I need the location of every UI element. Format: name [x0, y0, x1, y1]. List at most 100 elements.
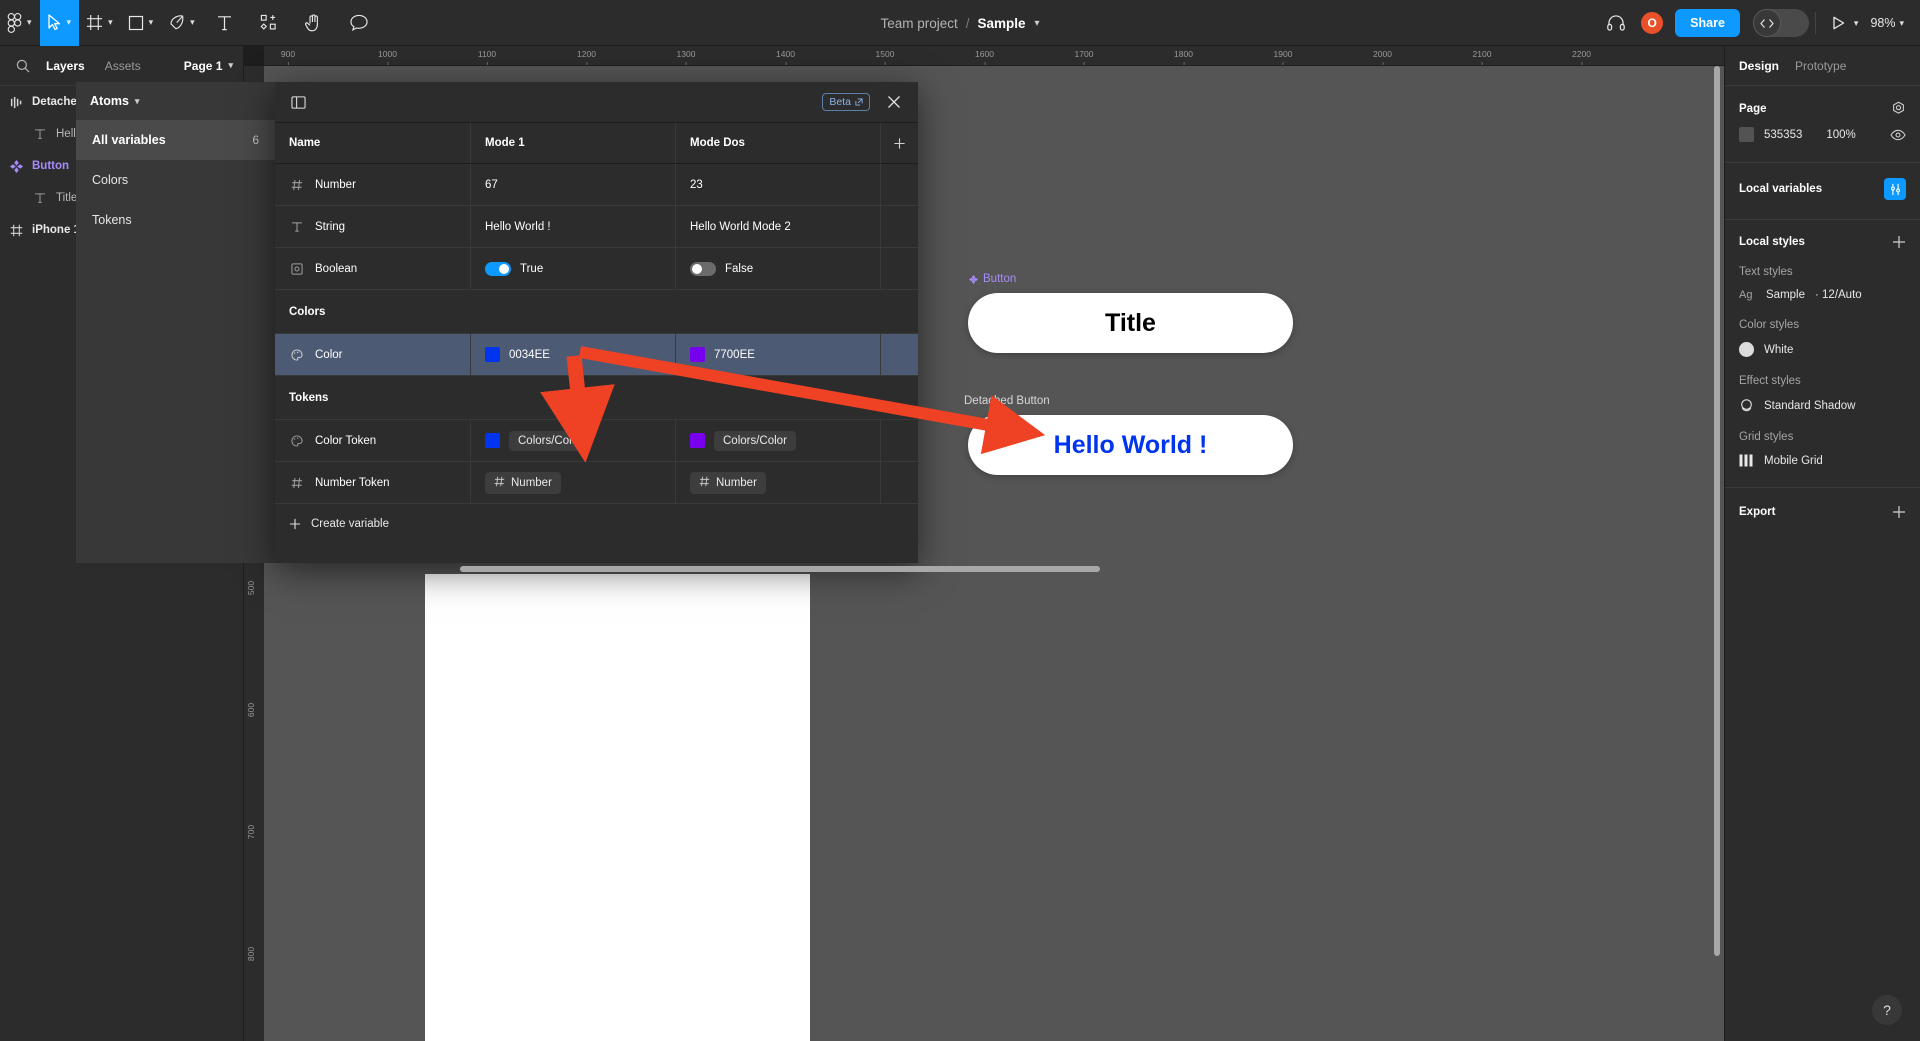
- shape-tool-caret-icon[interactable]: ▾: [149, 17, 162, 28]
- zoom-level-label[interactable]: 98%: [1870, 16, 1895, 30]
- variable-row-boolean[interactable]: Boolean True False: [275, 248, 918, 290]
- dev-mode-toggle[interactable]: [1752, 9, 1809, 37]
- frame-tool-caret-icon[interactable]: ▾: [108, 17, 121, 28]
- alias-chip[interactable]: Colors/Color: [714, 430, 796, 451]
- frame-tool-group[interactable]: ▾: [79, 0, 121, 46]
- boolean-toggle-false[interactable]: [690, 261, 716, 276]
- panel-toggle-icon[interactable]: [285, 89, 311, 115]
- comment-tool-icon[interactable]: [336, 0, 382, 46]
- variable-mode2-cell[interactable]: Colors/Color: [676, 420, 881, 461]
- page-background-row[interactable]: 535353 100%: [1725, 121, 1920, 148]
- variable-mode1-cell[interactable]: Hello World !: [471, 206, 676, 247]
- page-settings-icon[interactable]: [1891, 101, 1906, 116]
- variables-collection-selector[interactable]: Atoms ▾: [76, 82, 275, 120]
- color-swatch[interactable]: [485, 433, 500, 448]
- plus-icon[interactable]: [1892, 235, 1906, 249]
- variables-sliders-icon[interactable]: [1884, 178, 1906, 200]
- variable-name-cell[interactable]: Color: [275, 334, 471, 375]
- breadcrumb-file[interactable]: Sample: [978, 16, 1026, 31]
- beta-badge[interactable]: Beta: [822, 93, 870, 111]
- variable-name-cell[interactable]: Number: [275, 164, 471, 205]
- pen-tool-group[interactable]: ▾: [161, 0, 203, 46]
- color-swatch[interactable]: [690, 433, 705, 448]
- plus-icon[interactable]: [1892, 505, 1906, 519]
- variable-mode1-cell[interactable]: 0034EE: [471, 334, 676, 375]
- tab-assets[interactable]: Assets: [95, 59, 151, 73]
- alias-chip[interactable]: Colors/Color: [509, 430, 591, 451]
- frame-tool-icon[interactable]: [79, 0, 110, 46]
- variables-nav-item-tokens[interactable]: Tokens: [76, 200, 275, 240]
- page-selector[interactable]: Page 1 ▾: [184, 59, 233, 73]
- move-tool-caret-icon[interactable]: ▾: [67, 17, 80, 28]
- canvas-vertical-scrollbar[interactable]: [1714, 66, 1720, 956]
- canvas-label-button[interactable]: Button: [969, 273, 1016, 285]
- pen-tool-caret-icon[interactable]: ▾: [190, 17, 203, 28]
- variable-name-cell[interactable]: Boolean: [275, 248, 471, 289]
- modal-horizontal-scrollbar[interactable]: [460, 566, 1100, 572]
- variable-mode2-cell[interactable]: Hello World Mode 2: [676, 206, 881, 247]
- share-button[interactable]: Share: [1675, 9, 1740, 37]
- variable-name-cell[interactable]: String: [275, 206, 471, 247]
- variable-name-cell[interactable]: Color Token: [275, 420, 471, 461]
- variable-mode1-cell[interactable]: 67: [471, 164, 676, 205]
- present-caret-icon[interactable]: ▾: [1854, 18, 1871, 29]
- canvas-detached-button[interactable]: Hello World !: [968, 415, 1293, 475]
- shape-tool-icon[interactable]: [121, 0, 151, 46]
- search-icon[interactable]: [10, 59, 36, 73]
- resources-tool-icon[interactable]: [246, 0, 291, 46]
- tab-prototype[interactable]: Prototype: [1795, 59, 1846, 73]
- variable-mode1-cell[interactable]: True: [471, 248, 676, 289]
- variable-mode2-cell[interactable]: 7700EE: [676, 334, 881, 375]
- figma-logo-icon[interactable]: [0, 0, 29, 46]
- page-background-swatch[interactable]: [1739, 127, 1754, 142]
- add-mode-button[interactable]: [881, 123, 918, 163]
- audio-headphones-icon[interactable]: [1599, 6, 1633, 40]
- shape-tool-group[interactable]: ▾: [121, 0, 162, 46]
- variable-mode2-cell[interactable]: Number: [676, 462, 881, 503]
- pen-tool-icon[interactable]: [161, 0, 192, 46]
- help-button[interactable]: ?: [1872, 995, 1902, 1025]
- color-swatch[interactable]: [485, 347, 500, 362]
- text-icon: [34, 128, 56, 140]
- variable-mode2-cell[interactable]: False: [676, 248, 881, 289]
- breadcrumb-team[interactable]: Team project: [880, 16, 957, 31]
- variable-row-color[interactable]: Color 0034EE 7700EE: [275, 334, 918, 376]
- iphone-frame-artboard[interactable]: [425, 574, 810, 1041]
- variable-row-number-token[interactable]: Number Token Number Number: [275, 462, 918, 504]
- move-tool-group[interactable]: ▾: [39, 0, 80, 46]
- eye-icon[interactable]: [1890, 129, 1906, 141]
- variables-nav-item-colors[interactable]: Colors: [76, 160, 275, 200]
- move-tool-icon[interactable]: [39, 0, 69, 46]
- tab-layers[interactable]: Layers: [36, 59, 95, 73]
- style-item-grid[interactable]: Mobile Grid: [1725, 448, 1920, 473]
- figma-menu-caret-icon[interactable]: ▾: [27, 17, 40, 28]
- variable-mode1-cell[interactable]: Colors/Color: [471, 420, 676, 461]
- canvas-button-component[interactable]: Title: [968, 293, 1293, 353]
- present-play-icon[interactable]: [1822, 6, 1856, 40]
- figma-menu-group[interactable]: ▾: [0, 0, 40, 46]
- variables-nav-item-all[interactable]: All variables 6: [76, 120, 275, 160]
- alias-chip[interactable]: Number: [690, 471, 766, 494]
- variable-mode2-cell[interactable]: 23: [676, 164, 881, 205]
- style-item-color[interactable]: White: [1725, 336, 1920, 363]
- avatar[interactable]: O: [1639, 10, 1666, 36]
- boolean-toggle-true[interactable]: [485, 261, 511, 276]
- canvas-label-detached-button[interactable]: Detached Button: [964, 395, 1050, 407]
- text-tool-icon[interactable]: [203, 0, 246, 46]
- create-variable-button[interactable]: Create variable: [275, 504, 918, 544]
- hand-tool-icon[interactable]: [291, 0, 336, 46]
- style-item-effect[interactable]: Standard Shadow: [1725, 392, 1920, 419]
- breadcrumb-caret-icon[interactable]: ▾: [1035, 18, 1040, 29]
- variable-mode1-cell[interactable]: Number: [471, 462, 676, 503]
- variable-row-string[interactable]: String Hello World ! Hello World Mode 2: [275, 206, 918, 248]
- zoom-caret-icon[interactable]: ▾: [1893, 18, 1908, 29]
- variable-row-color-token[interactable]: Color Token Colors/Color Colors/Color: [275, 420, 918, 462]
- color-swatch[interactable]: [690, 347, 705, 362]
- ruler-tick-h: 1700: [1075, 49, 1093, 65]
- close-icon[interactable]: [880, 88, 908, 116]
- alias-chip[interactable]: Number: [485, 471, 561, 494]
- variable-row-number[interactable]: Number 67 23: [275, 164, 918, 206]
- style-item-text[interactable]: Ag Sample · 12/Auto: [1725, 283, 1920, 307]
- variable-name-cell[interactable]: Number Token: [275, 462, 471, 503]
- tab-design[interactable]: Design: [1739, 59, 1779, 73]
